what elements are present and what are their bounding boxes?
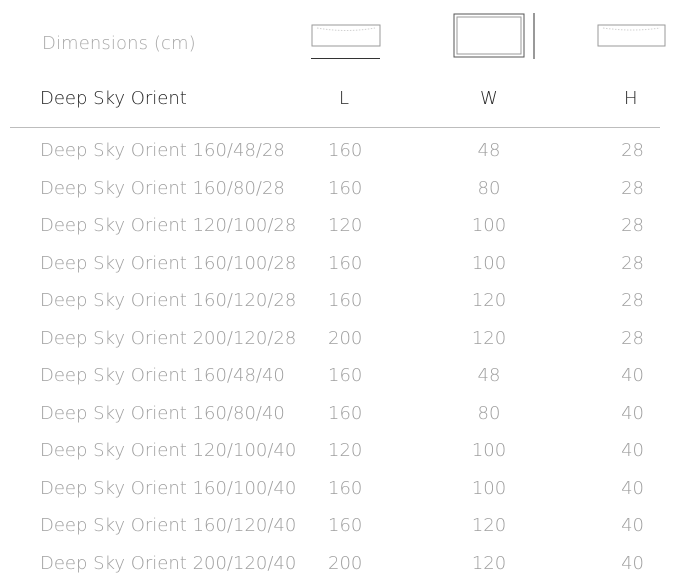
row-width: 120 xyxy=(472,328,506,349)
row-width: 48 xyxy=(478,140,501,161)
row-length: 160 xyxy=(328,365,362,386)
row-name: Deep Sky Orient 160/120/28 xyxy=(40,290,296,311)
row-name: Deep Sky Orient 120/100/28 xyxy=(40,215,296,236)
header-width: W xyxy=(480,88,498,109)
row-width: 80 xyxy=(478,178,501,199)
row-name: Deep Sky Orient 160/120/40 xyxy=(40,515,296,536)
table-row: Deep Sky Orient 160/100/40 160 100 40 xyxy=(0,475,674,513)
row-name: Deep Sky Orient 160/100/28 xyxy=(40,253,296,274)
header-height: H xyxy=(624,88,638,109)
table-row: Deep Sky Orient 120/100/28 120 100 28 xyxy=(0,212,674,250)
header-name: Deep Sky Orient xyxy=(40,88,187,109)
row-height: 28 xyxy=(621,215,644,236)
row-length: 120 xyxy=(328,215,362,236)
row-name: Deep Sky Orient 160/80/28 xyxy=(40,178,285,199)
table-row: Deep Sky Orient 160/120/40 160 120 40 xyxy=(0,512,674,550)
row-length: 160 xyxy=(328,403,362,424)
row-width: 48 xyxy=(478,365,501,386)
row-width: 100 xyxy=(472,440,506,461)
table-row: Deep Sky Orient 160/48/40 160 48 40 xyxy=(0,362,674,400)
table-row: Deep Sky Orient 160/80/28 160 80 28 xyxy=(0,175,674,213)
front-view-icon[interactable] xyxy=(311,24,381,48)
top-view-icon[interactable] xyxy=(453,13,537,59)
row-height: 28 xyxy=(621,140,644,161)
row-width: 80 xyxy=(478,403,501,424)
row-length: 160 xyxy=(328,290,362,311)
row-name: Deep Sky Orient 160/80/40 xyxy=(40,403,285,424)
row-length: 200 xyxy=(328,553,362,574)
row-height: 40 xyxy=(621,365,644,386)
table-row: Deep Sky Orient 160/80/40 160 80 40 xyxy=(0,400,674,438)
row-name: Deep Sky Orient 160/100/40 xyxy=(40,478,296,499)
row-name: Deep Sky Orient 200/120/40 xyxy=(40,553,296,574)
row-width: 100 xyxy=(472,478,506,499)
row-width: 120 xyxy=(472,515,506,536)
row-length: 200 xyxy=(328,328,362,349)
side-view-icon[interactable] xyxy=(597,24,667,48)
table-row: Deep Sky Orient 120/100/40 120 100 40 xyxy=(0,437,674,475)
row-length: 160 xyxy=(328,478,362,499)
row-name: Deep Sky Orient 160/48/40 xyxy=(40,365,285,386)
row-name: Deep Sky Orient 120/100/40 xyxy=(40,440,296,461)
row-name: Deep Sky Orient 200/120/28 xyxy=(40,328,296,349)
row-width: 100 xyxy=(472,215,506,236)
table-row: Deep Sky Orient 160/48/28 160 48 28 xyxy=(0,137,674,175)
dimensions-title: Dimensions (cm) xyxy=(42,33,196,54)
table-header: Deep Sky Orient L W H xyxy=(0,88,674,116)
table-row: Deep Sky Orient 160/120/28 160 120 28 xyxy=(0,287,674,325)
row-height: 28 xyxy=(621,178,644,199)
row-width: 120 xyxy=(472,290,506,311)
header-length: L xyxy=(339,88,349,109)
table-row: Deep Sky Orient 160/100/28 160 100 28 xyxy=(0,250,674,288)
row-length: 160 xyxy=(328,515,362,536)
row-height: 40 xyxy=(621,478,644,499)
row-height: 28 xyxy=(621,328,644,349)
row-length: 160 xyxy=(328,253,362,274)
row-height: 40 xyxy=(621,515,644,536)
row-length: 160 xyxy=(328,140,362,161)
row-height: 28 xyxy=(621,290,644,311)
table-row: Deep Sky Orient 200/120/28 200 120 28 xyxy=(0,325,674,363)
row-width: 120 xyxy=(472,553,506,574)
table-row: Deep Sky Orient 200/120/40 200 120 40 xyxy=(0,550,674,587)
row-length: 160 xyxy=(328,178,362,199)
row-width: 100 xyxy=(472,253,506,274)
active-view-underline xyxy=(311,58,380,59)
header-divider xyxy=(10,127,660,128)
row-name: Deep Sky Orient 160/48/28 xyxy=(40,140,285,161)
row-height: 40 xyxy=(621,440,644,461)
dimensions-table-body: Deep Sky Orient 160/48/28 160 48 28 Deep… xyxy=(0,137,674,587)
row-length: 120 xyxy=(328,440,362,461)
row-height: 40 xyxy=(621,553,644,574)
row-height: 28 xyxy=(621,253,644,274)
row-height: 40 xyxy=(621,403,644,424)
